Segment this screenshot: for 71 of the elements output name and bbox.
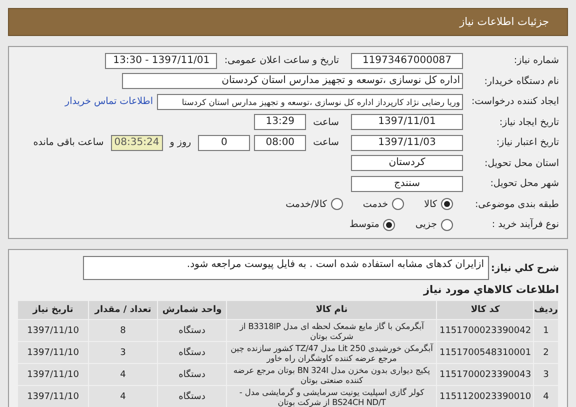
radio-button[interactable] bbox=[441, 218, 453, 230]
radio-label: جزیی bbox=[415, 219, 437, 230]
field-label: ساعت bbox=[313, 116, 339, 128]
text-field[interactable]: اداره کل نوسازی ،توسعه و تجهیز مدارس استان کردستان bbox=[122, 73, 463, 89]
field-label: تاریخ و ساعت اعلان عمومی: bbox=[224, 55, 339, 66]
field-label: ساعت bbox=[313, 137, 339, 148]
table-cell: 4 bbox=[534, 386, 558, 407]
text-field[interactable]: 1397/11/01 bbox=[351, 114, 463, 130]
table-cell: 4 bbox=[88, 364, 158, 386]
table-cell: 1397/11/10 bbox=[18, 320, 88, 342]
table-cell: 4 bbox=[88, 386, 158, 407]
table-cell: 1151700023390042 bbox=[436, 320, 534, 342]
contact-link[interactable]: اطلاعات تماس خریدار bbox=[64, 96, 153, 107]
column-header: نام کالا bbox=[226, 300, 437, 320]
table-cell: دستگاه bbox=[158, 342, 226, 364]
text-field[interactable]: 0 bbox=[198, 134, 250, 150]
page-title: جزئیات اطلاعات نیاز bbox=[460, 16, 549, 28]
table-cell: 1151120023390010 bbox=[436, 386, 534, 407]
description-label: شرح کلي نياز: bbox=[493, 262, 559, 274]
table-cell: آبگرمکن با گاز مایع شمعک لحظه ای مدل B3318IP از شرکت بوتان bbox=[226, 320, 437, 342]
field-label: روز و bbox=[170, 137, 192, 148]
field-label: نام دستگاه خریدار: bbox=[483, 76, 559, 86]
table-cell: 3 bbox=[534, 364, 558, 386]
radio-button[interactable] bbox=[392, 198, 404, 210]
field-label: تاریخ اعتبار نیاز: bbox=[495, 137, 559, 148]
section-title: اطلاعات کالاهاي مورد نياز bbox=[422, 284, 559, 296]
column-header: تاریخ نیاز bbox=[18, 300, 88, 320]
text-field[interactable]: 08:00 bbox=[254, 134, 306, 150]
table-cell: 1151700023390043 bbox=[436, 364, 534, 386]
text-field[interactable]: 13:29 bbox=[254, 114, 306, 130]
description-field[interactable]: ازایران کدهای مشابه استفاده شده است . به فایل پیوست مراجعه شود. bbox=[83, 256, 489, 280]
text-field[interactable]: 1397/11/03 bbox=[351, 134, 463, 150]
column-header: کد کالا bbox=[436, 300, 534, 320]
radio-label: کالا/خدمت bbox=[286, 198, 327, 210]
radio-button[interactable] bbox=[383, 218, 396, 230]
column-header: واحد شمارش bbox=[158, 300, 226, 320]
field-label: ساعت باقی مانده bbox=[33, 137, 104, 148]
table-cell: دستگاه bbox=[158, 364, 226, 386]
radio-label: کالا bbox=[424, 198, 437, 210]
field-label: تاریخ ایجاد نیاز: bbox=[498, 116, 559, 128]
table-cell: پکیج دیواری بدون مخزن مدل BN 324I بوتان مرجع عرضه کننده صنعتی بوتان bbox=[226, 364, 437, 386]
table-cell: 1397/11/10 bbox=[18, 386, 88, 407]
table-cell: 1397/11/10 bbox=[18, 364, 88, 386]
table-cell: 1397/11/10 bbox=[18, 342, 88, 364]
field-label: شهر محل تحویل: bbox=[489, 178, 559, 189]
text-field[interactable]: 11973467000087 bbox=[351, 52, 463, 68]
text-field[interactable]: کردستان bbox=[351, 155, 463, 171]
text-field[interactable]: سنندج bbox=[351, 176, 463, 192]
table-cell: آبگرمکن خورشیدی 250 Lit مدل TZ/47 کشور سازنده چین مرجع عرضه کننده کاوشگران راه خاور bbox=[226, 342, 437, 364]
radio-button[interactable] bbox=[441, 198, 453, 210]
field-label: نوع فرآیند خرید : bbox=[490, 219, 559, 230]
field-label: استان محل تحویل: bbox=[483, 158, 559, 168]
table-cell: 1 bbox=[534, 320, 558, 342]
column-header: تعداد / مقدار bbox=[88, 300, 158, 320]
table-cell: 1151700548310001 bbox=[436, 342, 534, 364]
radio-label: متوسط bbox=[349, 219, 380, 230]
table-cell: 2 bbox=[534, 342, 558, 364]
radio-button[interactable] bbox=[330, 198, 343, 210]
table-cell: دستگاه bbox=[158, 320, 226, 342]
table-cell: 8 bbox=[88, 320, 158, 342]
radio-label: خدمت bbox=[362, 198, 388, 210]
column-header: رديف bbox=[534, 300, 558, 320]
field-label: طبقه بندی موضوعی: bbox=[474, 198, 559, 210]
field-label: شماره نیاز: bbox=[512, 55, 559, 66]
text-field[interactable]: 08:35:24 bbox=[110, 134, 163, 150]
text-field[interactable]: 1397/11/01 - 13:30 bbox=[105, 52, 218, 68]
table-cell: 3 bbox=[88, 342, 158, 364]
table-cell: دستگاه bbox=[158, 386, 226, 407]
field-label: ایجاد کننده درخواست: bbox=[470, 96, 559, 107]
table-cell: کولر گازی اسپلیت یونیت سرمایشی و گرمایشی مدل -BS24CH ND/T از شرکت بوتان bbox=[226, 386, 437, 407]
text-field[interactable]: وریا رضایی نژاد کارپرداز اداره کل نوسازی ،توسعه و تجهیز مدارس استان کردستا bbox=[157, 94, 463, 110]
